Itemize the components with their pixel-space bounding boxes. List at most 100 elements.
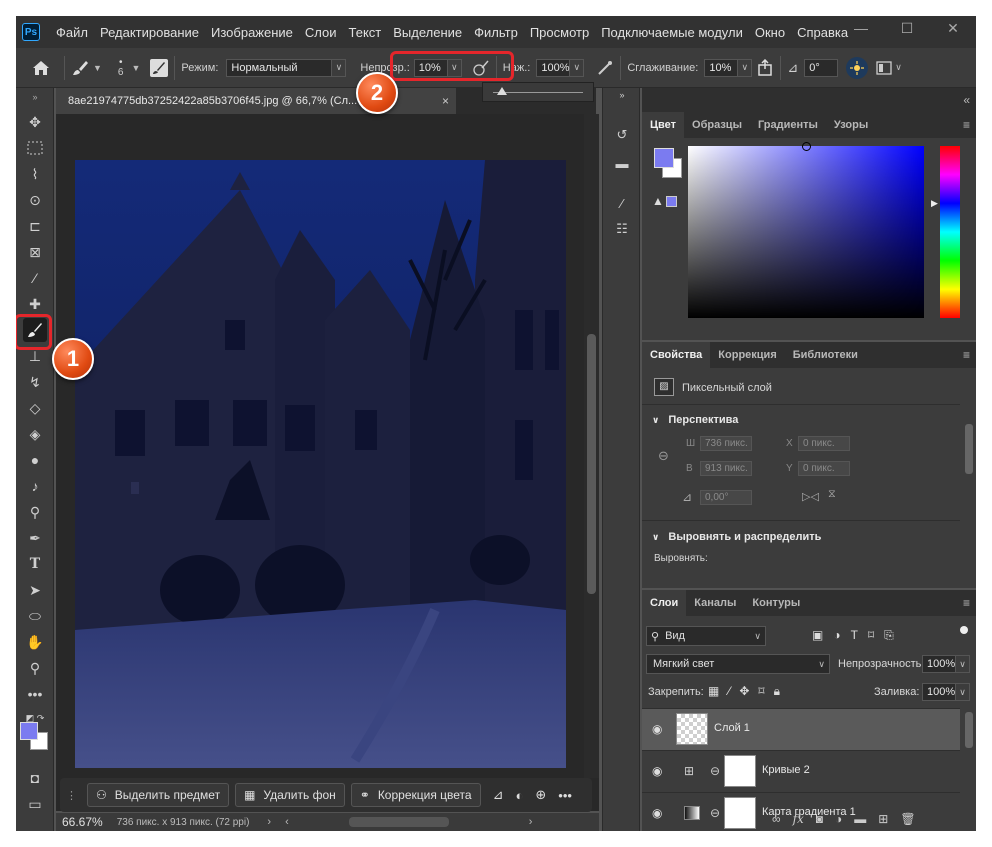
tab-libraries[interactable]: Библиотеки — [785, 342, 866, 368]
move-tool-icon[interactable]: ✥ — [23, 110, 47, 134]
comments-icon[interactable]: ▬ — [611, 152, 633, 174]
menu-plugins[interactable]: Подключаемые модули — [595, 25, 749, 40]
panel-menu-icon[interactable]: ≡ — [963, 590, 970, 616]
new-adjustment-icon[interactable]: ◑ — [835, 812, 842, 826]
history-brush-tool-icon[interactable]: ↯ — [23, 370, 47, 394]
collapse-panels-icon[interactable]: « — [963, 88, 970, 112]
filter-smart-object-icon[interactable]: ⎘ — [884, 628, 894, 643]
horizontal-scrollbar-thumb[interactable] — [348, 817, 449, 827]
more-options-icon[interactable]: ••• — [558, 788, 572, 803]
lock-position-icon[interactable]: ✥ — [739, 684, 749, 699]
layer-row[interactable]: ◉ ⊞ ⊖ Кривые 2 — [642, 750, 960, 792]
frame-tool-icon[interactable]: ⊠ — [23, 240, 47, 264]
healing-tool-icon[interactable]: ✚ — [23, 292, 47, 316]
eraser-tool-icon[interactable]: ◇ — [23, 396, 47, 420]
tab-layers[interactable]: Слои — [642, 590, 687, 616]
home-icon[interactable] — [32, 60, 50, 76]
tab-adjustments[interactable]: Коррекция — [710, 342, 784, 368]
pen-tool-icon[interactable]: ✒ — [23, 526, 47, 550]
blur-tool-icon[interactable]: ● — [23, 448, 47, 472]
brush-settings-icon[interactable]: ⁄ — [611, 192, 633, 214]
fill-input[interactable]: 100% — [922, 683, 956, 701]
layer-row[interactable]: ◉ Слой 1 — [642, 708, 960, 750]
path-select-tool-icon[interactable]: ➤ — [23, 578, 47, 602]
filter-image-icon[interactable]: ▣ — [812, 628, 823, 643]
scrollbar-thumb[interactable] — [587, 334, 596, 594]
color-correction-button[interactable]: ⚭ Коррекция цвета — [350, 783, 481, 807]
brush-size-picker[interactable]: • 6 — [118, 57, 124, 78]
shape-tool-icon[interactable]: ⬭ — [23, 604, 47, 628]
opacity-slider-knob[interactable] — [497, 87, 507, 95]
scrollbar-thumb[interactable] — [965, 712, 973, 748]
screen-mode-icon[interactable]: ▭ — [23, 792, 47, 816]
brush-settings-icon[interactable] — [150, 58, 169, 77]
visibility-eye-icon[interactable]: ◉ — [652, 722, 662, 736]
contrast-icon[interactable]: ◐ — [516, 788, 524, 803]
delete-layer-icon[interactable]: 🗑︎ — [900, 812, 915, 826]
menu-select[interactable]: Выделение — [387, 25, 468, 40]
vertical-scrollbar[interactable] — [584, 114, 599, 778]
crop-tool-icon[interactable]: ⊏ — [23, 214, 47, 238]
tab-patterns[interactable]: Узоры — [826, 112, 876, 138]
remove-background-button[interactable]: ▦ Удалить фон — [235, 783, 345, 807]
lock-transparent-icon[interactable]: ▦ — [708, 684, 719, 699]
more-tools-icon[interactable]: ••• — [23, 682, 47, 706]
link-icon[interactable]: ⊖ — [658, 448, 669, 464]
layer-name[interactable]: Кривые 2 — [762, 764, 810, 776]
angle-field[interactable]: 0,00° — [700, 490, 752, 505]
smoothing-input[interactable]: 10% — [704, 58, 739, 77]
mask-link-icon[interactable]: ⊖ — [710, 806, 720, 820]
minimize-button[interactable]: — — [838, 16, 884, 40]
new-layer-icon[interactable]: ⊞ — [878, 812, 888, 826]
visibility-eye-icon[interactable]: ◉ — [652, 764, 662, 778]
collapse-icon[interactable]: » — [611, 88, 633, 102]
gamut-warning-icon[interactable]: ▲ — [652, 194, 664, 208]
canvas-area[interactable] — [56, 114, 599, 811]
y-field[interactable]: 0 пикс. — [798, 461, 850, 476]
quick-mask-icon[interactable]: ◘ — [23, 766, 47, 790]
smudge-tool-icon[interactable]: ♪ — [23, 474, 47, 498]
maximize-button[interactable]: ☐ — [884, 16, 930, 40]
link-layers-icon[interactable]: ∞ — [772, 812, 781, 826]
layer-style-icon[interactable]: fx — [793, 812, 804, 826]
blend-mode-select[interactable]: Мягкий свет ∨ — [646, 654, 830, 674]
lock-artboard-icon[interactable]: ⌑ — [758, 684, 764, 699]
color-picker-cursor[interactable] — [802, 142, 811, 151]
new-group-icon[interactable]: ▬ — [854, 812, 866, 826]
document-info[interactable]: 736 пикс. x 913 пикс. (72 ppi) — [117, 817, 250, 828]
menu-window[interactable]: Окно — [749, 25, 791, 40]
lock-pixels-icon[interactable]: ⁄ — [728, 684, 730, 699]
panel-menu-icon[interactable]: ≡ — [963, 342, 970, 368]
drag-handle-icon[interactable]: ⋮ — [66, 789, 77, 802]
paint-bucket-tool-icon[interactable]: ◈ — [23, 422, 47, 446]
eyedropper-tool-icon[interactable]: ⁄ — [23, 266, 47, 290]
chevron-down-icon[interactable]: ▼ — [131, 63, 140, 73]
gamut-color-swatch[interactable] — [666, 196, 677, 207]
dodge-tool-icon[interactable]: ⚲ — [23, 500, 47, 524]
airbrush-icon[interactable] — [596, 59, 614, 77]
lasso-tool-icon[interactable]: ⌇ — [23, 162, 47, 186]
filter-toggle-icon[interactable] — [960, 626, 968, 646]
tab-color[interactable]: Цвет — [642, 112, 685, 138]
tab-properties[interactable]: Свойства — [642, 342, 711, 368]
document-image[interactable] — [75, 160, 566, 768]
chevron-down-icon[interactable]: ▼ — [93, 63, 102, 73]
flip-vertical-icon[interactable]: ⧖ — [828, 488, 836, 501]
layer-opacity-input[interactable]: 100% — [922, 655, 956, 673]
visibility-eye-icon[interactable]: ◉ — [652, 806, 662, 820]
chevron-right-icon[interactable]: › — [529, 816, 533, 828]
panel-menu-icon[interactable]: ≡ — [963, 112, 970, 138]
menu-file[interactable]: Файл — [50, 25, 94, 40]
filter-shape-icon[interactable]: ⌑ — [868, 628, 874, 643]
tab-channels[interactable]: Каналы — [686, 590, 744, 616]
zoom-tool-icon[interactable]: ⚲ — [23, 656, 47, 680]
menu-edit[interactable]: Редактирование — [94, 25, 205, 40]
filter-adjustment-icon[interactable]: ◑ — [833, 628, 840, 643]
collapse-icon[interactable]: » — [23, 90, 47, 104]
hue-slider[interactable] — [940, 146, 960, 318]
width-field[interactable]: 736 пикс. — [700, 436, 752, 451]
brush-preset-icon[interactable]: ▼ — [71, 59, 102, 77]
symmetry-icon[interactable] — [846, 56, 869, 79]
close-button[interactable]: ✕ — [930, 16, 976, 40]
scrollbar-thumb[interactable] — [965, 424, 973, 474]
